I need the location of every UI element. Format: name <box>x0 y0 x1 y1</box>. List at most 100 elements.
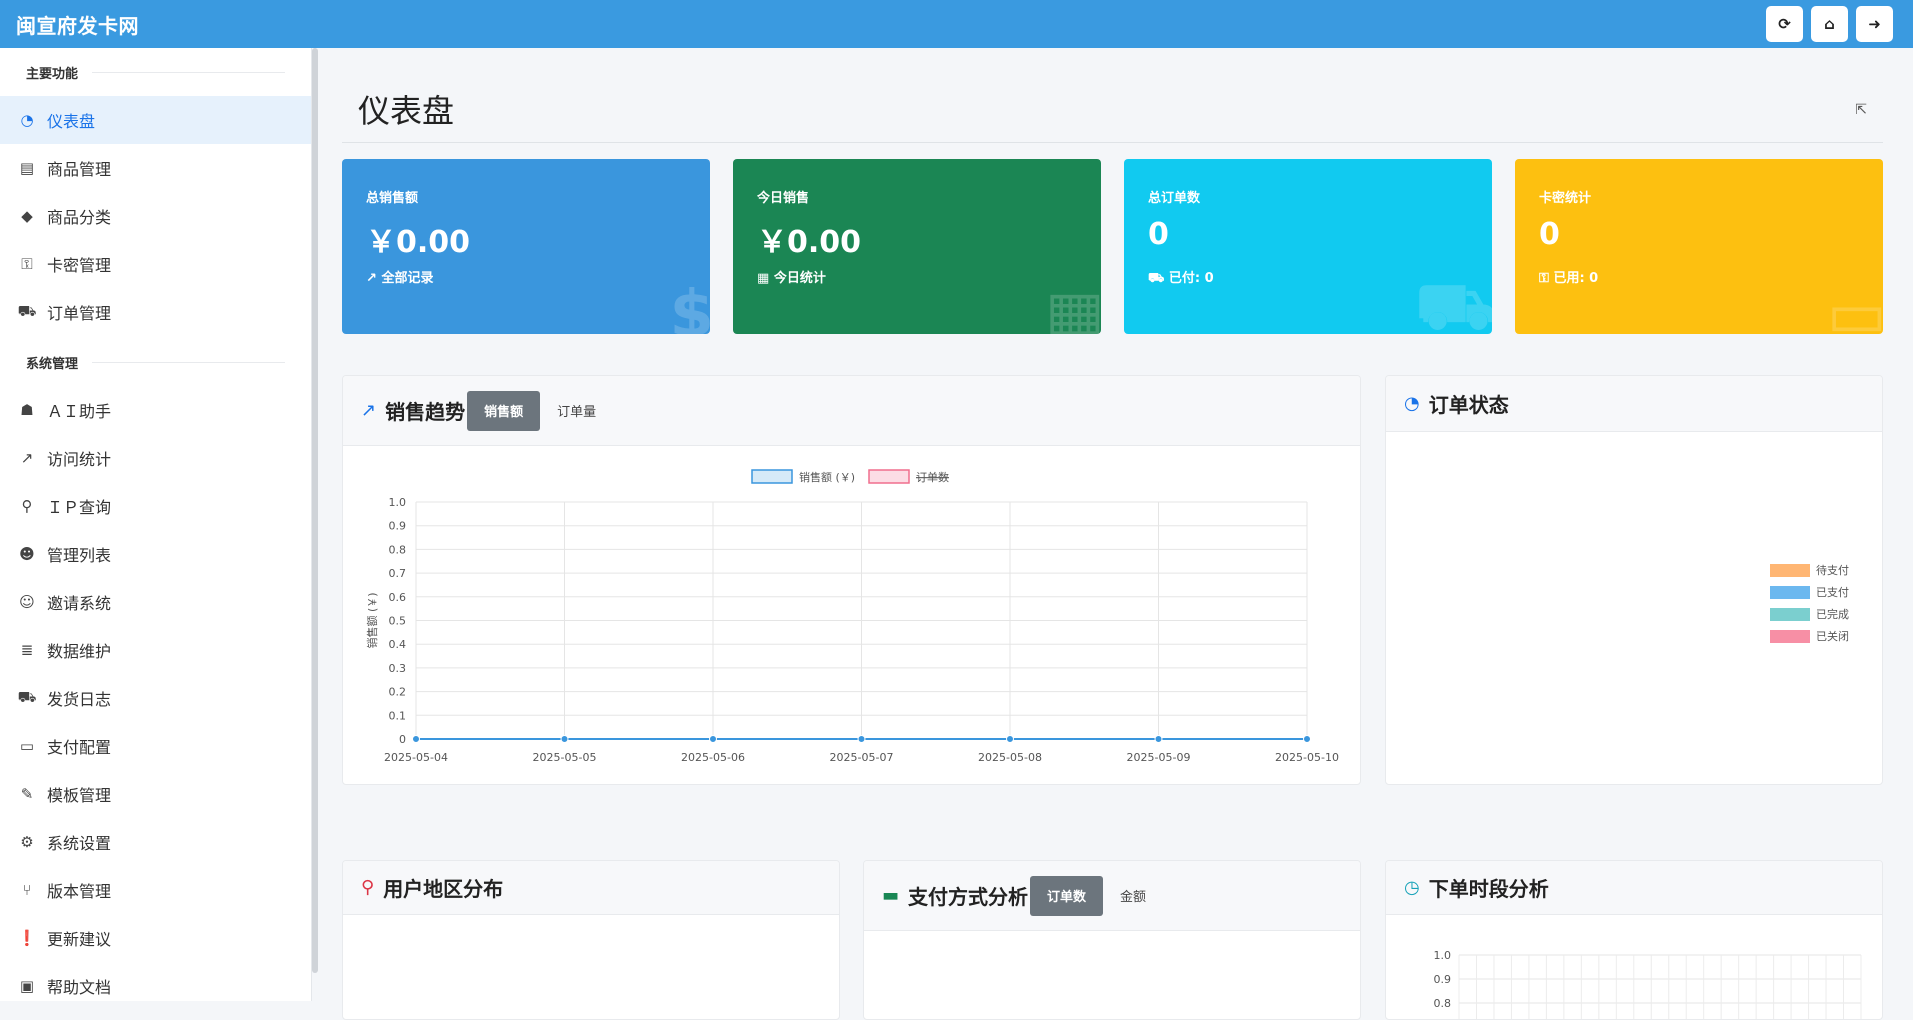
stat-subtext: ▦ 今日统计 <box>757 267 826 286</box>
sidebar-item-system-2[interactable]: ⚲ ＩＰ查询 <box>0 482 311 530</box>
top-navbar: 闽宣府发卡网 ⟳ ⌂ ➜ <box>0 0 1913 48</box>
sidebar-item-main-3[interactable]: ⚿ 卡密管理 <box>0 240 311 288</box>
top-actions: ⟳ ⌂ ➜ <box>1766 6 1893 42</box>
tab-payment-amount[interactable]: 金额 <box>1103 876 1163 916</box>
sidebar-item-main-1[interactable]: ▤ 商品管理 <box>0 144 311 192</box>
legend-swatch <box>1770 607 1810 621</box>
stat-value: ￥0.00 <box>757 225 862 260</box>
sidebar-item-main-4[interactable]: ⛟ 订单管理 <box>0 288 311 336</box>
sidebar-item-icon: ⑂ <box>22 881 32 899</box>
legend-swatch <box>1770 585 1810 599</box>
sidebar-item-system-6[interactable]: ⛟ 发货日志 <box>0 674 311 722</box>
stat-subtext: ⚿ 已用: 0 <box>1539 267 1598 286</box>
home-icon: ⌂ <box>1824 15 1835 33</box>
sidebar-section-system: 系统管理 <box>0 338 311 386</box>
sidebar-item-label: ＩＰ查询 <box>47 498 112 517</box>
chart-line-icon: ↗ <box>361 400 377 421</box>
legend-item[interactable]: 待支付 <box>1770 559 1849 581</box>
external-link-icon[interactable]: ⇱ <box>1855 102 1867 118</box>
sidebar-item-label: ＡＩ助手 <box>47 402 112 421</box>
sidebar-item-system-8[interactable]: ✎ 模板管理 <box>0 770 311 818</box>
stat-sub-icon: ⚿ <box>1539 271 1549 286</box>
sidebar-scrollbar[interactable] <box>312 48 318 973</box>
home-button[interactable]: ⌂ <box>1811 6 1848 42</box>
sidebar-item-icon: ≣ <box>20 641 34 659</box>
payment-method-card: ▬ 支付方式分析 订单数 金额 <box>863 860 1361 1020</box>
credit-card-icon: ▬ <box>882 885 900 906</box>
order-time-card: ◷ 下单时段分析 1.0 0.9 0.8 <box>1385 860 1883 1020</box>
order-time-chart: 1.0 0.9 0.8 <box>1434 949 1862 1019</box>
card-title: 下单时段分析 <box>1428 877 1549 901</box>
main-content: 仪表盘 ⇱ 总销售额 ￥0.00 ↗ 全部记录 $ 今日销售 ￥0.00 ▦ 今日统计 ▦ 总订… <box>342 48 1883 1020</box>
y-tick-label: 0.1 <box>389 709 407 722</box>
legend-item[interactable]: 已支付 <box>1770 581 1849 603</box>
stat-value: 0 <box>1539 217 1560 252</box>
sidebar-item-system-1[interactable]: ↗ 访问统计 <box>0 434 311 482</box>
sidebar-item-icon: ◆ <box>21 207 33 225</box>
stat-sub-icon: ⛟ <box>1148 271 1165 286</box>
tab-payment-orders[interactable]: 订单数 <box>1030 875 1104 916</box>
legend-label: 已完成 <box>1816 608 1849 621</box>
sidebar-item-label: 版本管理 <box>47 882 112 901</box>
stat-sub-label: 已付: 0 <box>1168 271 1214 286</box>
stat-label: 今日销售 <box>757 191 810 206</box>
sidebar-item-icon: ☺ <box>19 593 35 611</box>
legend-swatch-orders <box>868 469 910 484</box>
sidebar-item-label: 更新建议 <box>47 930 112 949</box>
stat-subtext: ⛟ 已付: 0 <box>1148 267 1214 288</box>
card-header: ◷ 下单时段分析 <box>1386 861 1882 915</box>
sidebar-item-system-0[interactable]: ☗ ＡＩ助手 <box>0 386 311 434</box>
sidebar-item-label: 管理列表 <box>47 546 112 565</box>
stat-value: 0 <box>1148 217 1169 252</box>
sidebar-item-icon: ◔ <box>20 111 34 129</box>
sidebar-item-main-0[interactable]: ◔ 仪表盘 <box>0 96 311 144</box>
logout-icon: ➜ <box>1868 15 1881 33</box>
legend-swatch-sales <box>751 469 793 484</box>
sales-trend-chart: 0 0.1 0.2 0.3 0.4 0.5 0.6 0.7 0.8 0.9 1.0 2025-05-0… <box>365 469 1339 764</box>
sidebar-item-label: 订单管理 <box>47 304 112 323</box>
stat-background-icon: ⛟ <box>1415 270 1492 334</box>
x-tick-label: 2025-05-04 <box>384 751 448 764</box>
section-label: 系统管理 <box>26 356 79 372</box>
logout-button[interactable]: ➜ <box>1856 6 1893 42</box>
legend-item[interactable]: 已完成 <box>1770 603 1849 625</box>
x-tick-label: 2025-05-05 <box>533 751 597 764</box>
legend-label: 待支付 <box>1816 564 1849 577</box>
sidebar-item-system-5[interactable]: ≣ 数据维护 <box>0 626 311 674</box>
sidebar-item-system-11[interactable]: ❗ 更新建议 <box>0 914 311 962</box>
sidebar-section-main: 主要功能 <box>0 48 311 96</box>
stat-label: 总销售额 <box>366 191 419 206</box>
legend-item[interactable]: 已关闭 <box>1770 625 1849 647</box>
x-tick-label: 2025-05-10 <box>1275 751 1339 764</box>
sales-trend-card: ↗ 销售趋势 销售额 订单量 0 0.1 0.2 0.3 0.4 0.5 0.6 0.7 0.8… <box>342 375 1361 785</box>
y-tick-label: 0.2 <box>389 686 407 699</box>
legend-swatch <box>1770 629 1810 643</box>
sidebar-item-system-12[interactable]: ▣ 帮助文档 <box>0 962 311 1001</box>
sidebar-item-system-10[interactable]: ⑂ 版本管理 <box>0 866 311 914</box>
brand-title[interactable]: 闽宣府发卡网 <box>16 10 139 39</box>
sidebar-item-icon: ⚲ <box>21 497 33 515</box>
legend-label-sales: 销售额 (￥) <box>799 470 855 484</box>
sidebar-item-system-7[interactable]: ▭ 支付配置 <box>0 722 311 770</box>
sidebar-item-system-4[interactable]: ☺ 邀请系统 <box>0 578 311 626</box>
y-tick-label: 1.0 <box>389 496 407 509</box>
sidebar-item-main-2[interactable]: ◆ 商品分类 <box>0 192 311 240</box>
stat-card-3: 卡密统计 0 ⚿ 已用: 0 ▭ <box>1515 159 1883 334</box>
sidebar-item-label: 商品分类 <box>47 208 112 227</box>
sidebar-item-system-3[interactable]: ☻ 管理列表 <box>0 530 311 578</box>
refresh-button[interactable]: ⟳ <box>1766 6 1803 42</box>
tab-order-count[interactable]: 订单量 <box>540 391 613 431</box>
stat-sub-label: 全部记录 <box>381 271 434 286</box>
section-label: 主要功能 <box>26 66 79 82</box>
y-tick-label: 0.5 <box>389 615 407 628</box>
data-point-sales <box>1303 735 1311 743</box>
tab-sales-amount[interactable]: 销售额 <box>467 390 541 431</box>
data-point-sales <box>560 735 569 743</box>
y-tick-label: 0.6 <box>389 591 407 604</box>
sidebar-item-label: 支付配置 <box>47 738 112 757</box>
order-status-legend: 待支付已支付已完成已关闭 <box>1770 559 1849 647</box>
x-tick-label: 2025-05-07 <box>830 751 894 764</box>
sidebar-item-system-9[interactable]: ⚙ 系统设置 <box>0 818 311 866</box>
map-marker-icon: ⚲ <box>361 877 375 898</box>
pie-chart-icon: ◔ <box>1404 393 1420 414</box>
